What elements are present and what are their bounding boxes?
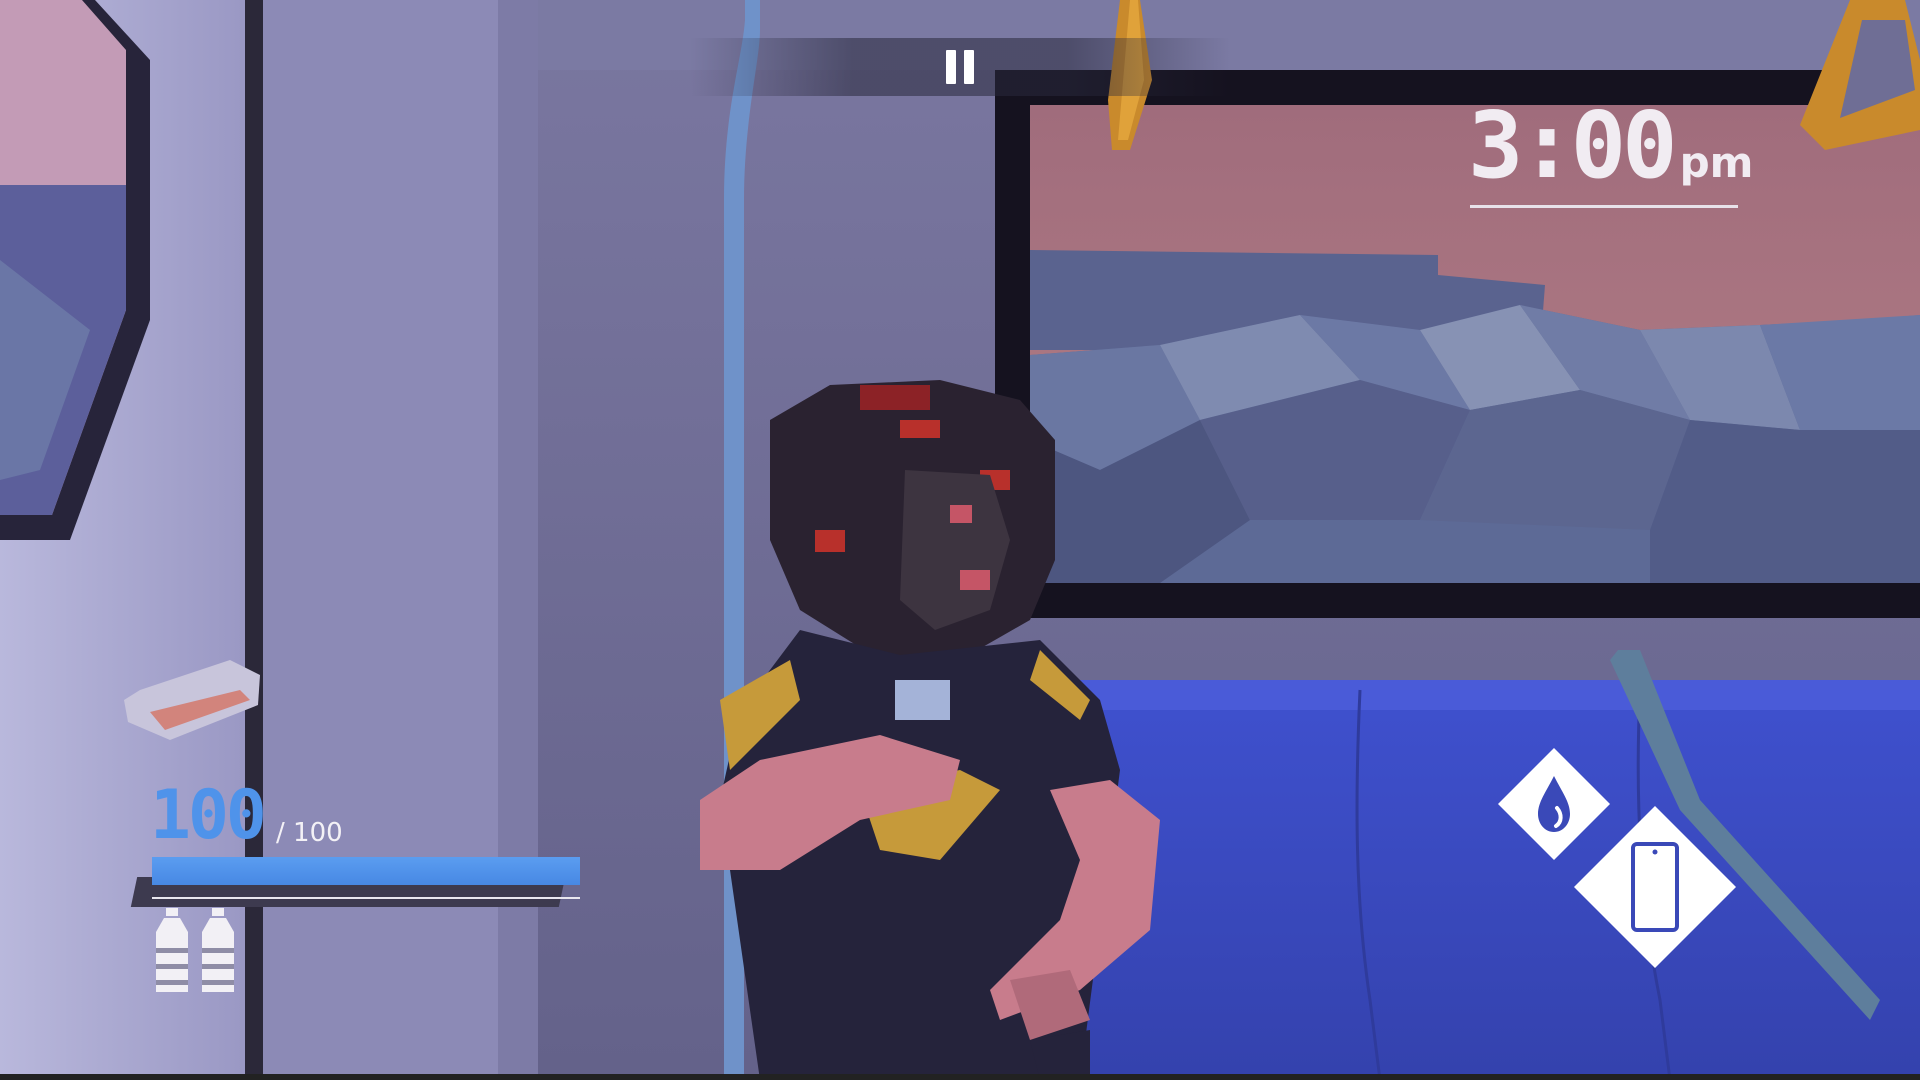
water-bottle-icon [202, 908, 234, 992]
health-bar-underline [152, 897, 580, 899]
water-bottle-icon [156, 908, 188, 992]
phone-button[interactable] [1572, 804, 1738, 970]
pause-icon [946, 50, 956, 84]
clock-underline [1470, 205, 1738, 208]
pause-icon-bar [964, 50, 974, 84]
health-max: / 100 [276, 818, 343, 848]
health-current: 100 [150, 776, 267, 855]
health-bar [152, 857, 580, 885]
time-display: 3:00 pm [1468, 100, 1753, 208]
bottom-edge [0, 1074, 1920, 1080]
health-bar-fill [152, 857, 580, 885]
game-viewport: 3:00 pm 100 / 100 [0, 0, 1920, 1080]
clock-ampm: pm [1679, 138, 1754, 187]
clock-time: 3:00 [1468, 92, 1678, 199]
pause-button[interactable] [944, 50, 976, 84]
